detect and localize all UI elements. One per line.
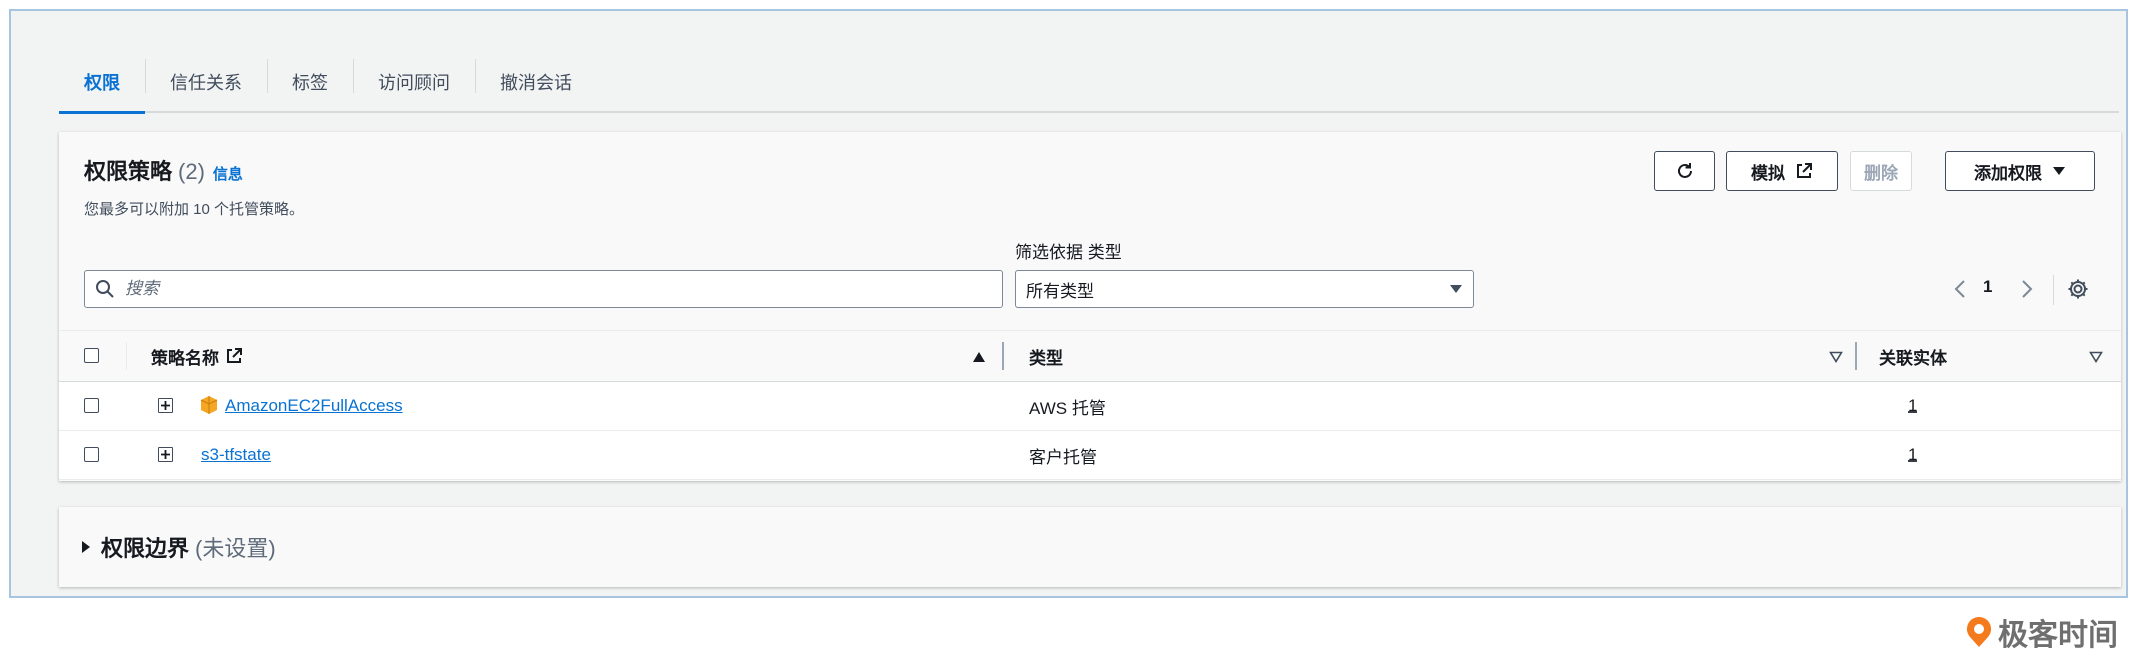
type-filter-select[interactable]: 所有类型 bbox=[1015, 270, 1474, 308]
external-link-icon[interactable] bbox=[225, 347, 243, 365]
policy-count: (2) bbox=[178, 159, 205, 184]
caret-down-icon bbox=[2052, 166, 2066, 176]
tab-trust-relationships[interactable]: 信任关系 bbox=[145, 53, 267, 111]
caret-down-icon bbox=[1449, 284, 1463, 294]
add-permissions-button[interactable]: 添加权限 bbox=[1945, 151, 2095, 191]
pager-divider bbox=[2053, 275, 2054, 305]
geektime-logo-icon bbox=[1964, 615, 1994, 649]
column-header-name-label: 策略名称 bbox=[151, 348, 219, 368]
delete-button[interactable]: 删除 bbox=[1850, 151, 1912, 191]
attached-entities-link[interactable]: 1 bbox=[1908, 445, 1917, 465]
search-field[interactable] bbox=[84, 270, 1003, 308]
info-link[interactable]: 信息 bbox=[213, 166, 243, 183]
permissions-boundary-toggle[interactable]: 权限边界 (未设置) bbox=[81, 507, 276, 587]
column-header-name[interactable]: 策略名称 bbox=[151, 331, 243, 381]
type-filter-value: 所有类型 bbox=[1026, 281, 1094, 301]
tab-permissions[interactable]: 权限 bbox=[59, 53, 145, 114]
simulate-label: 模拟 bbox=[1751, 163, 1785, 183]
sort-icon[interactable] bbox=[1829, 350, 1843, 368]
search-icon bbox=[95, 279, 115, 299]
permissions-boundary-title: 权限边界 bbox=[101, 536, 190, 561]
policy-type: AWS 托管 bbox=[1029, 398, 1106, 418]
permissions-policies-panel: 权限策略 (2) 信息 您最多可以附加 10 个托管策略。 模拟 删除 添加权限 筛… bbox=[59, 132, 2121, 481]
permissions-boundary-section: 权限边界 (未设置) bbox=[59, 507, 2121, 587]
previous-page-icon[interactable] bbox=[1954, 279, 1966, 304]
tab-access-advisor[interactable]: 访问顾问 bbox=[353, 53, 475, 111]
attached-entities-link[interactable]: 1 bbox=[1908, 396, 1917, 416]
column-header-type[interactable]: 类型 bbox=[1029, 331, 1063, 381]
watermark-text: 极客时间 bbox=[1998, 619, 2118, 652]
refresh-icon bbox=[1675, 161, 1695, 181]
simulate-button[interactable]: 模拟 bbox=[1726, 151, 1838, 191]
delete-label: 删除 bbox=[1864, 163, 1898, 183]
column-header-entities[interactable]: 关联实体 bbox=[1879, 331, 1947, 381]
current-page[interactable]: 1 bbox=[1983, 277, 1992, 297]
column-divider bbox=[126, 342, 127, 370]
column-divider bbox=[1002, 342, 1004, 370]
table-header: 策略名称 类型 关联实体 bbox=[59, 330, 2121, 382]
row-checkbox[interactable] bbox=[84, 447, 99, 462]
next-page-icon[interactable] bbox=[2021, 279, 2033, 304]
expand-row-icon[interactable] bbox=[158, 398, 173, 413]
aws-managed-icon bbox=[200, 395, 218, 420]
table-row: AmazonEC2FullAccess AWS 托管 1 bbox=[59, 382, 2121, 431]
gear-icon[interactable] bbox=[2067, 278, 2089, 305]
panel-description: 您最多可以附加 10 个托管策略。 bbox=[84, 201, 305, 218]
policy-link[interactable]: s3-tfstate bbox=[201, 445, 271, 465]
add-permissions-label: 添加权限 bbox=[1974, 163, 2042, 183]
tab-revoke-sessions[interactable]: 撤消会话 bbox=[475, 53, 597, 111]
column-divider bbox=[1855, 342, 1857, 370]
tab-bar: 权限 信任关系 标签 访问顾问 撤消会话 bbox=[59, 53, 2119, 114]
external-link-icon bbox=[1795, 162, 1813, 180]
watermark: 极客时间 bbox=[1964, 610, 2118, 654]
sort-ascending-icon[interactable] bbox=[972, 350, 986, 368]
filter-label: 筛选依据 类型 bbox=[1015, 243, 1122, 262]
content-frame: 权限 信任关系 标签 访问顾问 撤消会话 权限策略 (2) 信息 您最多可以附加 1… bbox=[9, 9, 2128, 598]
panel-title: 权限策略 bbox=[84, 159, 173, 184]
search-input[interactable] bbox=[123, 278, 987, 300]
panel-header: 权限策略 (2) 信息 bbox=[84, 154, 243, 186]
refresh-button[interactable] bbox=[1654, 151, 1715, 191]
policy-link[interactable]: AmazonEC2FullAccess bbox=[225, 396, 403, 416]
tab-tags[interactable]: 标签 bbox=[267, 53, 353, 111]
permissions-boundary-status: (未设置) bbox=[195, 536, 276, 561]
caret-right-icon bbox=[81, 540, 91, 554]
expand-row-icon[interactable] bbox=[158, 447, 173, 462]
select-all-checkbox[interactable] bbox=[84, 348, 99, 363]
policies-table: 策略名称 类型 关联实体 AmazonEC2FullAccess AWS 托管 … bbox=[59, 330, 2121, 480]
sort-icon[interactable] bbox=[2089, 350, 2103, 368]
policy-type: 客户托管 bbox=[1029, 447, 1097, 467]
row-checkbox[interactable] bbox=[84, 398, 99, 413]
table-row: s3-tfstate 客户托管 1 bbox=[59, 431, 2121, 480]
